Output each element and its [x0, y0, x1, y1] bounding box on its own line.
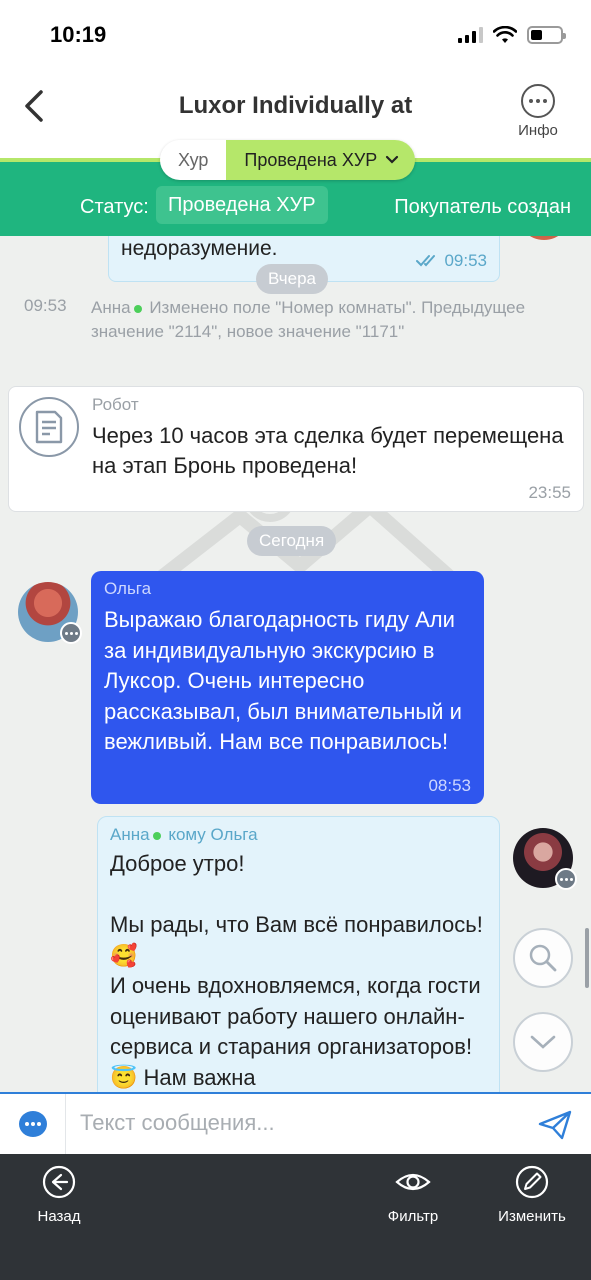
toolbar-edit-label: Изменить: [498, 1208, 566, 1225]
recipient-label: кому Ольга: [168, 825, 258, 844]
chevron-down-icon: [530, 1035, 556, 1049]
scroll-down-button[interactable]: [513, 1012, 573, 1072]
chat-feed[interactable]: недоразумение. 09:53 Вчера 09:53 Анна Из…: [0, 236, 591, 1092]
wifi-icon: [493, 26, 517, 43]
document-icon: [19, 397, 79, 457]
chat-badge-icon: [60, 622, 82, 644]
message-text: Доброе утро! Мы рады, что Вам всё понрав…: [110, 851, 483, 1090]
eye-icon: [395, 1173, 431, 1191]
current-stage-label: Проведена ХУР: [244, 149, 378, 170]
pencil-circle-icon: [515, 1165, 549, 1199]
sender-name: Анна: [110, 825, 150, 844]
buyer-status-text: Покупатель создан: [394, 196, 571, 218]
message-composer: [0, 1092, 591, 1154]
cellular-signal-icon: [458, 27, 483, 43]
search-icon: [529, 944, 557, 972]
info-label: Инфо: [518, 122, 558, 139]
info-button[interactable]: Инфо: [513, 84, 563, 139]
status-label: Статус:: [80, 196, 149, 218]
sender-name: Ольга: [104, 579, 152, 598]
more-icon: [521, 84, 555, 118]
stage-switcher: Хур Проведена ХУР: [160, 140, 416, 180]
toolbar-back-button[interactable]: Назад: [4, 1164, 114, 1225]
toolbar-back-label: Назад: [37, 1208, 81, 1225]
message-input[interactable]: [80, 1110, 510, 1136]
chat-bubble-icon: [18, 1111, 47, 1137]
avatar-anna[interactable]: [513, 828, 577, 890]
robot-time: 23:55: [528, 483, 571, 502]
chevron-down-icon: [386, 155, 399, 164]
send-icon[interactable]: [537, 1108, 573, 1142]
online-indicator: [133, 304, 142, 313]
stage-bar: Хур Проведена ХУР Статус: Проведена ХУР …: [0, 140, 591, 236]
message-text: Выражаю благодарность гиду Али за индиви…: [104, 607, 462, 754]
double-check-icon: [416, 255, 436, 267]
chat-type-button[interactable]: [0, 1094, 66, 1154]
search-button[interactable]: [513, 928, 573, 988]
sender-line: Анна кому Ольга: [110, 825, 258, 845]
robot-text: Через 10 часов эта сделка будет перемеще…: [92, 423, 564, 478]
message-time: 09:53: [416, 251, 487, 271]
bottom-toolbar: Назад Фильтр Изменить: [0, 1154, 591, 1280]
outgoing-message[interactable]: Анна кому Ольга Доброе утро! Мы рады, чт…: [97, 816, 500, 1092]
toolbar-filter-label: Фильтр: [387, 1208, 439, 1225]
back-circle-icon: [42, 1165, 76, 1199]
status-bar: 10:19: [0, 0, 591, 70]
system-event: Анна Изменено поле "Номер комнаты". Пред…: [91, 296, 541, 344]
toolbar-edit-button[interactable]: Изменить: [477, 1164, 587, 1225]
robot-message[interactable]: Робот Через 10 часов эта сделка будет пе…: [8, 386, 584, 512]
date-separator: Вчера: [256, 264, 328, 294]
incoming-message[interactable]: Ольга Выражаю благодарность гиду Али за …: [91, 571, 484, 804]
previous-stage-button[interactable]: Хур: [160, 140, 227, 180]
status-badge[interactable]: Проведена ХУР: [156, 186, 328, 224]
status-icons: [458, 26, 566, 44]
status-time: 10:19: [50, 22, 107, 47]
message-time: 08:53: [428, 776, 471, 795]
scrollbar[interactable]: [585, 928, 589, 988]
avatar-olga[interactable]: [18, 582, 82, 644]
robot-name: Робот: [92, 395, 139, 414]
chat-badge-icon: [555, 868, 577, 890]
online-indicator: [152, 831, 161, 840]
system-event-author: Анна: [91, 298, 131, 317]
system-event-time: 09:53: [24, 296, 67, 315]
message-text: недоразумение.: [121, 237, 278, 260]
page-title: Luxor Individually at: [178, 92, 413, 119]
message-time-value: 09:53: [444, 251, 487, 270]
battery-icon: [527, 26, 566, 44]
toolbar-filter-button[interactable]: Фильтр: [358, 1164, 468, 1225]
system-event-text: Изменено поле "Номер комнаты". Предыдуще…: [91, 298, 526, 341]
avatar: [517, 236, 571, 240]
date-separator: Сегодня: [247, 526, 337, 556]
current-stage-dropdown[interactable]: Проведена ХУР: [226, 140, 416, 180]
